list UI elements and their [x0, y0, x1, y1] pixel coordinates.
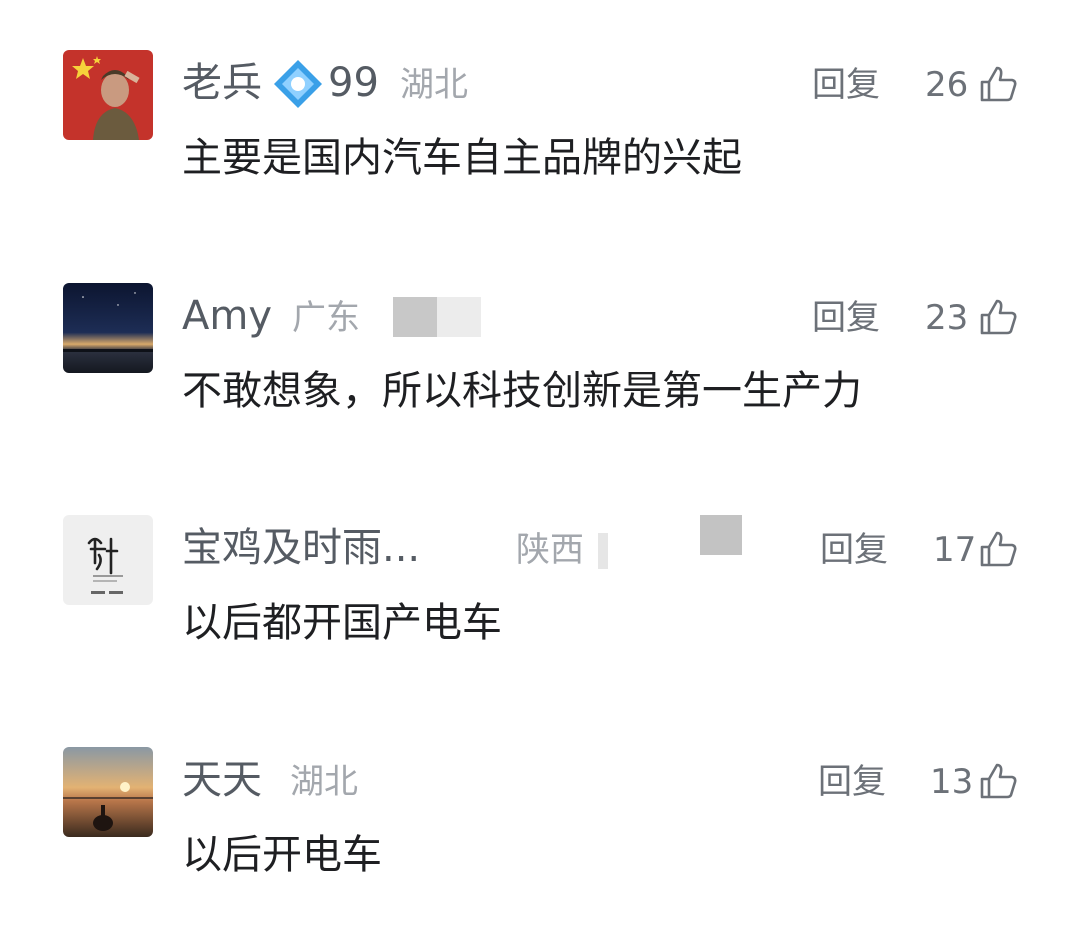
username[interactable]: 天天: [182, 755, 262, 805]
like-count[interactable]: 13: [930, 759, 973, 805]
level-number: 99: [328, 60, 379, 106]
username[interactable]: 宝鸡及时雨...: [182, 523, 420, 573]
thumbs-up-icon[interactable]: [978, 529, 1018, 569]
like-count[interactable]: 17: [933, 527, 976, 573]
thumbs-up-icon[interactable]: [978, 761, 1018, 801]
like-count[interactable]: 26: [925, 62, 968, 108]
avatar[interactable]: [63, 50, 153, 140]
blurred-badge: [393, 297, 437, 337]
avatar[interactable]: [63, 515, 153, 605]
thumbs-up-icon[interactable]: [978, 64, 1018, 104]
blurred-badge: [437, 297, 481, 337]
comment-text: 以后都开国产电车: [182, 600, 502, 646]
username[interactable]: Amy: [182, 291, 272, 341]
comment-item: 老兵 99 湖北 回复 26 主要是国内汽车自主品牌的兴起: [0, 50, 1080, 210]
reply-button[interactable]: 回复: [820, 527, 888, 573]
comment-item: 宝鸡及时雨... 陕西 回复 17 以后都开国产电车: [0, 515, 1080, 675]
region: 陕西: [516, 530, 584, 570]
avatar[interactable]: [63, 747, 153, 837]
comment-text: 主要是国内汽车自主品牌的兴起: [182, 135, 742, 181]
reply-button[interactable]: 回复: [812, 62, 880, 108]
reply-button[interactable]: 回复: [818, 759, 886, 805]
avatar[interactable]: [63, 283, 153, 373]
comment-item: 天天 湖北 回复 13 以后开电车: [0, 747, 1080, 907]
reply-button[interactable]: 回复: [812, 295, 880, 341]
blurred-badge: [598, 533, 608, 569]
username[interactable]: 老兵: [182, 58, 262, 108]
blurred-badge: [700, 515, 742, 555]
region: 湖北: [290, 762, 358, 802]
thumbs-up-icon[interactable]: [978, 297, 1018, 337]
diamond-badge-icon: [274, 60, 322, 108]
comment-text: 不敢想象，所以科技创新是第一生产力: [182, 368, 862, 414]
like-count[interactable]: 23: [925, 295, 968, 341]
region: 广东: [292, 298, 360, 338]
comment-item: Amy 广东 回复 23 不敢想象，所以科技创新是第一生产力: [0, 283, 1080, 443]
comment-text: 以后开电车: [182, 832, 382, 878]
region: 湖北: [400, 65, 468, 105]
